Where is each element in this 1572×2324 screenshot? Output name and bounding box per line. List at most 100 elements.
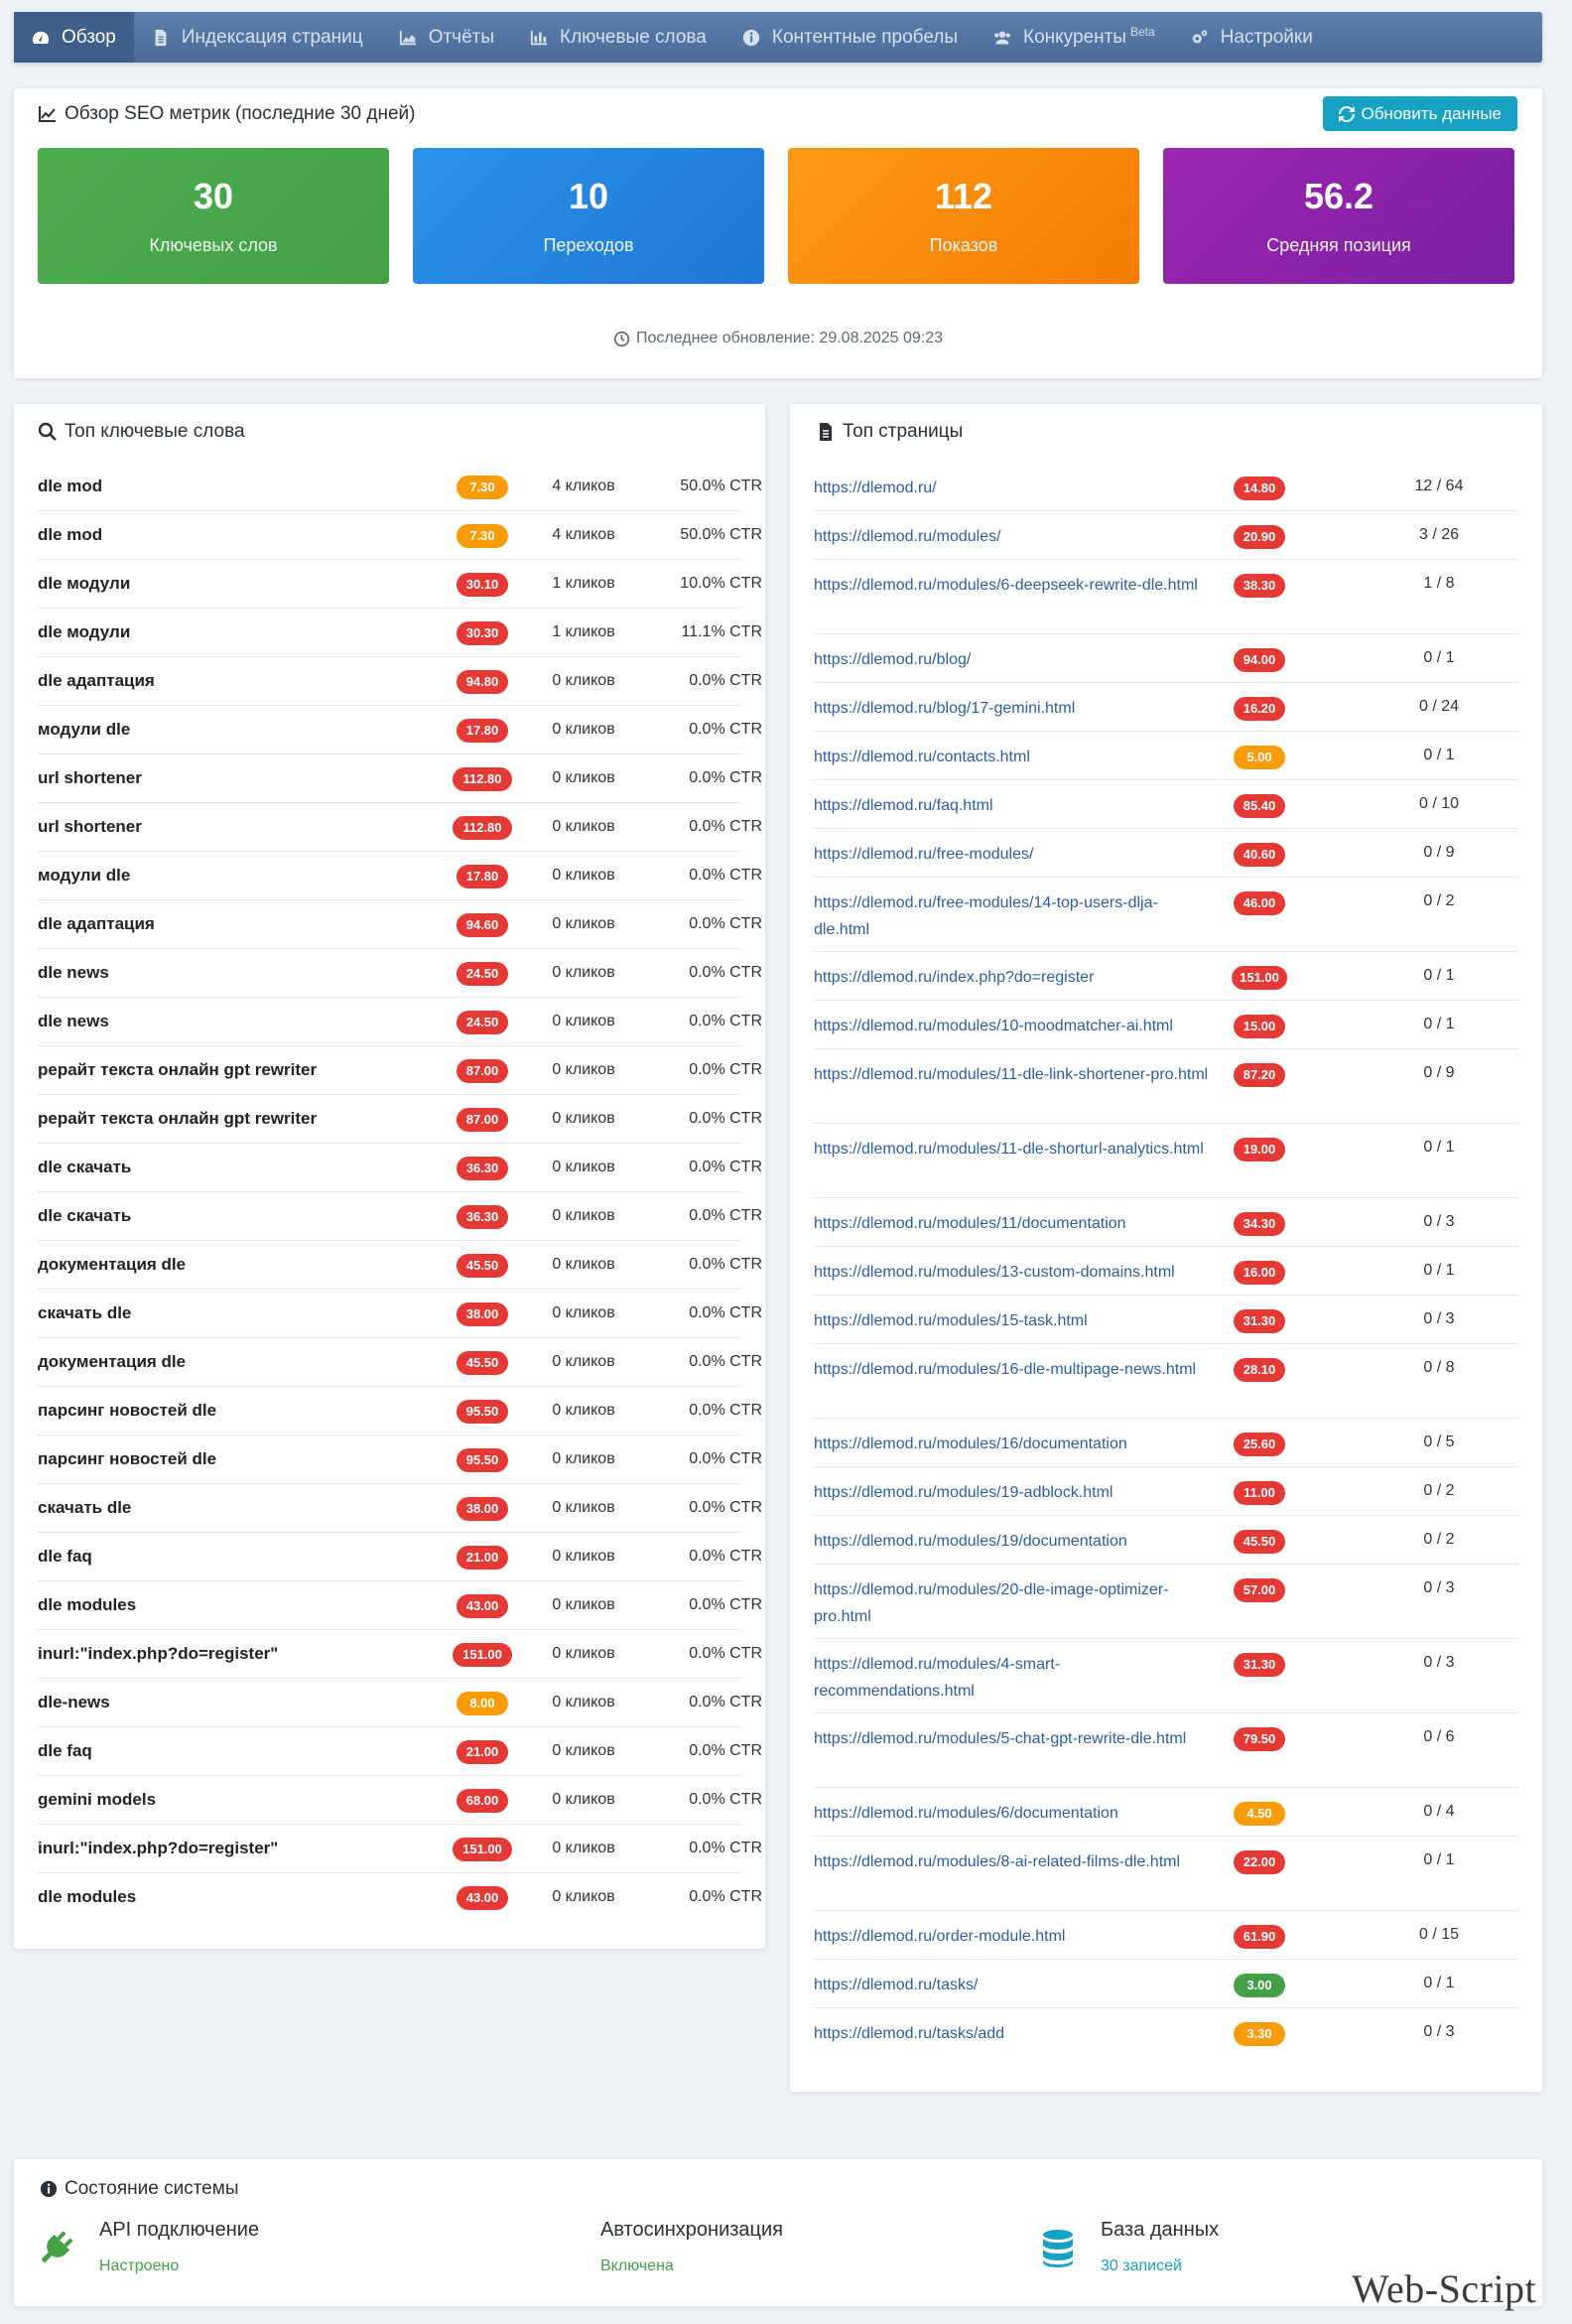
keyword-clicks: 0 кликов <box>552 1159 615 1175</box>
page-url-link[interactable]: https://dlemod.ru/modules/20-dle-image-o… <box>814 1576 1211 1630</box>
page-url-link[interactable]: https://dlemod.ru/tasks/ <box>814 1972 1211 1998</box>
page-row: https://dlemod.ru/14.80 12 / 64 <box>814 463 1518 511</box>
page-url-link[interactable]: https://dlemod.ru/modules/8-ai-related-f… <box>814 1848 1211 1875</box>
metrics-card: Обзор SEO метрик (последние 30 дней) Обн… <box>14 88 1542 378</box>
page-url-link[interactable]: https://dlemod.ru/modules/19/documentati… <box>814 1528 1211 1555</box>
keywords-list: dle mod 7.30 4 кликов 50.0% CTR dle mod 7.30 4… <box>38 463 762 1922</box>
keyword-name: модули dle <box>38 720 131 739</box>
status-database-title: База данных <box>1101 2219 1220 2241</box>
keyword-ctr: 0.0% CTR <box>689 818 762 835</box>
page-row: https://dlemod.ru/index.php?do=register 1… <box>814 952 1518 1001</box>
page-url-link[interactable]: https://dlemod.ru/modules/11-dle-shortur… <box>814 1136 1211 1162</box>
keyword-clicks: 0 кликов <box>552 1742 615 1759</box>
keyword-ctr: 0.0% CTR <box>689 1304 762 1321</box>
page-url-link[interactable]: https://dlemod.ru/modules/6-deepseek-rew… <box>814 572 1211 599</box>
position-badge: 17.80 <box>457 719 508 743</box>
page-url-link[interactable]: https://dlemod.ru/modules/11-dle-link-sh… <box>814 1061 1211 1088</box>
keyword-clicks: 0 кликов <box>552 818 615 835</box>
page-url-link[interactable]: https://dlemod.ru/order-module.html <box>814 1923 1211 1950</box>
refresh-data-button[interactable]: Обновить данные <box>1323 96 1517 131</box>
page-row: https://dlemod.ru/modules/5-chat-gpt-rew… <box>814 1713 1518 1788</box>
position-badge: 38.30 <box>1234 574 1285 598</box>
keyword-ctr: 0.0% CTR <box>689 1742 762 1759</box>
system-status-card: Состояние системы API подключение Настро… <box>14 2159 1542 2306</box>
status-database: База данных 30 записей <box>1101 2219 1219 2275</box>
page-url-link[interactable]: https://dlemod.ru/tasks/add <box>814 2020 1211 2047</box>
keyword-clicks: 0 кликов <box>552 672 615 689</box>
page-url-link[interactable]: https://dlemod.ru/free-modules/14-top-us… <box>814 889 1211 943</box>
position-badge: 43.00 <box>457 1594 508 1618</box>
keyword-row: парсинг новостей dle 95.50 0 кликов 0.0% CT… <box>38 1387 762 1435</box>
keyword-row: inurl:"index.php?do=register" 151.00 0 кли… <box>38 1825 762 1873</box>
clicks-impressions: 0 / 2 <box>1423 892 1455 909</box>
page-row: https://dlemod.ru/contacts.html 5.00 0 / 1 <box>814 732 1518 780</box>
position-badge: 112.80 <box>453 767 512 791</box>
keyword-ctr: 10.0% CTR <box>680 575 762 592</box>
page-row: https://dlemod.ru/modules/11/documentati… <box>814 1198 1518 1247</box>
nav-item-5[interactable]: Конкуренты Beta <box>976 12 1173 63</box>
nav-item-2[interactable]: Отчёты <box>381 12 512 63</box>
page-row: https://dlemod.ru/blog/17-gemini.html 16.… <box>814 683 1518 732</box>
page-url-link[interactable]: https://dlemod.ru/modules/16/documentati… <box>814 1431 1211 1457</box>
keywords-title-text: Топ ключевые слова <box>65 421 245 442</box>
clicks-impressions: 0 / 3 <box>1423 2023 1455 2040</box>
position-badge: 17.80 <box>457 865 508 889</box>
page-url-link[interactable]: https://dlemod.ru/modules/13-custom-doma… <box>814 1259 1211 1286</box>
keyword-row: документация dle 45.50 0 кликов 0.0% CTR <box>38 1338 762 1387</box>
page-url-link[interactable]: https://dlemod.ru/modules/4-smart-recomm… <box>814 1651 1211 1705</box>
keyword-row: dle mod 7.30 4 кликов 50.0% CTR <box>38 463 762 511</box>
position-badge: 94.00 <box>1234 648 1285 672</box>
status-database-value: 30 записей <box>1101 2257 1182 2274</box>
keyword-row: dle modules 43.00 0 кликов 0.0% CTR <box>38 1581 762 1630</box>
keyword-row: dle modules 43.00 0 кликов 0.0% CTR <box>38 1873 762 1922</box>
nav-item-1[interactable]: Индексация страниц <box>134 12 381 63</box>
page-url-link[interactable]: https://dlemod.ru/blog/ <box>814 646 1211 673</box>
page-url-link[interactable]: https://dlemod.ru/modules/19-adblock.htm… <box>814 1479 1211 1506</box>
keyword-clicks: 4 кликов <box>552 526 615 543</box>
page-row: https://dlemod.ru/faq.html 85.40 0 / 10 <box>814 780 1518 829</box>
keyword-name: inurl:"index.php?do=register" <box>38 1644 279 1663</box>
page-url-link[interactable]: https://dlemod.ru/modules/15-task.html <box>814 1307 1211 1334</box>
page-row: https://dlemod.ru/modules/20.90 3 / 26 <box>814 511 1518 560</box>
clicks-impressions: 0 / 1 <box>1423 1262 1455 1279</box>
page-url-link[interactable]: https://dlemod.ru/modules/5-chat-gpt-rew… <box>814 1725 1211 1752</box>
page-url-link[interactable]: https://dlemod.ru/modules/ <box>814 523 1211 550</box>
page-url-link[interactable]: https://dlemod.ru/modules/6/documentatio… <box>814 1800 1211 1827</box>
page-url-link[interactable]: https://dlemod.ru/ <box>814 475 1211 501</box>
page-url-link[interactable]: https://dlemod.ru/blog/17-gemini.html <box>814 695 1211 722</box>
keyword-name: модули dle <box>38 866 131 885</box>
position-badge: 61.90 <box>1234 1925 1285 1949</box>
nav-item-4[interactable]: Контентные пробелы <box>724 12 976 63</box>
page-url-link[interactable]: https://dlemod.ru/contacts.html <box>814 744 1211 770</box>
keyword-ctr: 0.0% CTR <box>689 1888 762 1905</box>
nav-item-6[interactable]: Настройки <box>1173 12 1331 63</box>
position-badge: 30.10 <box>457 573 508 597</box>
page-url-link[interactable]: https://dlemod.ru/free-modules/ <box>814 841 1211 868</box>
keyword-ctr: 0.0% CTR <box>689 1596 762 1613</box>
keyword-row: модули dle 17.80 0 кликов 0.0% CTR <box>38 852 762 900</box>
keyword-ctr: 0.0% CTR <box>689 1402 762 1419</box>
position-badge: 7.30 <box>457 476 508 499</box>
keyword-ctr: 0.0% CTR <box>689 1256 762 1273</box>
page-row: https://dlemod.ru/modules/4-smart-recomm… <box>814 1639 1518 1713</box>
keyword-clicks: 0 кликов <box>552 721 615 738</box>
position-badge: 87.00 <box>457 1108 508 1132</box>
bar-chart-icon <box>530 29 560 47</box>
keyword-clicks: 0 кликов <box>552 769 615 786</box>
clicks-impressions: 0 / 1 <box>1423 1016 1455 1032</box>
position-badge: 151.00 <box>453 1643 512 1667</box>
page-url-link[interactable]: https://dlemod.ru/modules/16-dle-multipa… <box>814 1356 1211 1383</box>
page-url-link[interactable]: https://dlemod.ru/index.php?do=register <box>814 964 1211 991</box>
page-url-link[interactable]: https://dlemod.ru/faq.html <box>814 792 1211 819</box>
page-url-link[interactable]: https://dlemod.ru/modules/11/documentati… <box>814 1210 1211 1237</box>
keyword-name: dle-news <box>38 1693 110 1711</box>
keyword-ctr: 0.0% CTR <box>689 1207 762 1224</box>
position-badge: 40.60 <box>1234 843 1285 867</box>
keyword-row: скачать dle 38.00 0 кликов 0.0% CTR <box>38 1484 762 1533</box>
nav-item-0[interactable]: Обзор <box>14 12 134 63</box>
nav-item-label: Ключевые слова <box>560 26 707 48</box>
nav-item-3[interactable]: Ключевые слова <box>512 12 724 63</box>
page-url-link[interactable]: https://dlemod.ru/modules/10-moodmatcher… <box>814 1013 1211 1039</box>
clicks-impressions: 0 / 3 <box>1423 1310 1455 1327</box>
top-keywords-card: Топ ключевые слова dle mod 7.30 4 кликов 50… <box>14 404 765 1949</box>
